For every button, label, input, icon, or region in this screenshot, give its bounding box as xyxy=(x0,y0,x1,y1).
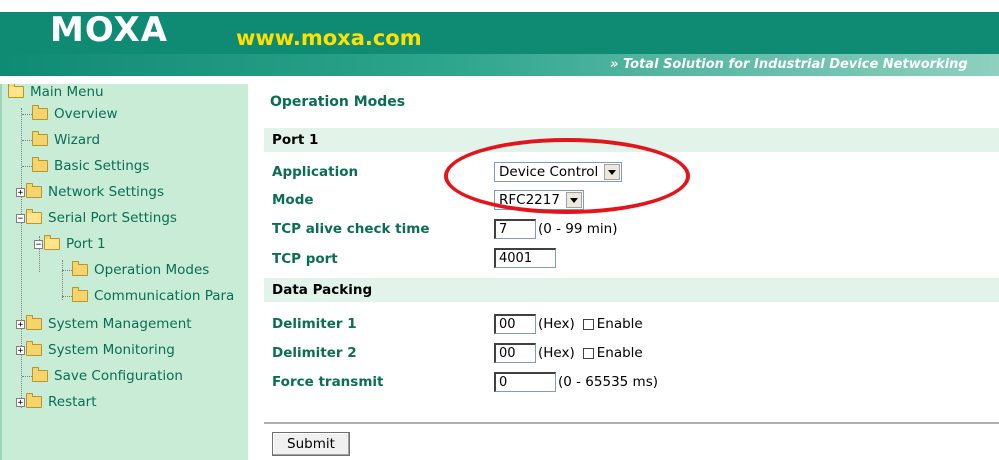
sidebar-item-label: Port 1 xyxy=(66,236,106,252)
header: MOXA www.moxa.com » Total Solution for I… xyxy=(0,0,999,86)
delimiter-1-input[interactable]: 00 xyxy=(494,314,536,334)
mode-select[interactable]: RFC2217 xyxy=(494,190,584,210)
sidebar-item-label: Operation Modes xyxy=(94,262,210,278)
mode-label: Mode xyxy=(272,192,314,208)
collapse-minus-icon[interactable]: − xyxy=(16,213,25,223)
sidebar-item-wizard[interactable]: Wizard xyxy=(22,130,100,150)
collapse-minus-icon[interactable]: − xyxy=(34,239,43,249)
tree-connector xyxy=(62,270,72,271)
expand-plus-icon[interactable]: + xyxy=(16,397,25,407)
tree-connector xyxy=(62,296,72,297)
sidebar-item-network-settings[interactable]: + Network Settings xyxy=(16,182,164,202)
sidebar-item-label: Serial Port Settings xyxy=(48,210,177,226)
delimiter-2-field: 00 (Hex) Enable xyxy=(494,343,643,363)
folder-icon xyxy=(26,341,42,356)
tcp-alive-field: 7 (0 - 99 min) xyxy=(494,219,618,239)
sidebar-item-label: System Monitoring xyxy=(48,342,175,358)
open-folder-icon xyxy=(26,209,42,224)
folder-icon xyxy=(26,315,42,330)
sidebar-item-label: Basic Settings xyxy=(54,158,150,174)
sidebar-item-overview[interactable]: Overview xyxy=(22,104,118,124)
sidebar-item-operation-modes[interactable]: Operation Modes xyxy=(62,260,209,280)
section-header-port-1: Port 1 xyxy=(264,128,999,152)
mode-value: RFC2217 xyxy=(499,192,560,208)
folder-icon xyxy=(32,367,48,382)
force-transmit-input[interactable]: 0 xyxy=(494,372,556,392)
mode-field: RFC2217 xyxy=(494,190,584,210)
sidebar-item-label: Main Menu xyxy=(30,84,104,100)
tcp-alive-input[interactable]: 7 xyxy=(494,219,536,239)
delimiter-2-enable-checkbox[interactable] xyxy=(582,347,594,359)
delimiter-2-input[interactable]: 00 xyxy=(494,343,536,363)
folder-icon xyxy=(32,105,48,120)
moxa-logo: MOXA xyxy=(50,10,169,50)
delimiter-1-enable-label: Enable xyxy=(596,316,643,332)
tree-connector xyxy=(22,166,32,167)
tcp-alive-label: TCP alive check time xyxy=(272,221,430,237)
sidebar-item-label: Wizard xyxy=(54,132,101,148)
application-label: Application xyxy=(272,164,359,180)
folder-icon xyxy=(32,157,48,172)
delimiter-1-label: Delimiter 1 xyxy=(272,316,357,332)
tcp-port-field: 4001 xyxy=(494,248,556,268)
folder-icon xyxy=(26,393,42,408)
delimiter-1-unit: (Hex) xyxy=(538,316,575,332)
sidebar-item-system-management[interactable]: + System Management xyxy=(16,314,192,334)
sidebar-item-label: Restart xyxy=(48,394,97,410)
sidebar-item-label: System Management xyxy=(48,316,192,332)
folder-icon xyxy=(72,261,88,276)
force-transmit-label: Force transmit xyxy=(272,374,384,390)
sidebar-item-label: Overview xyxy=(54,106,118,122)
tree-connector xyxy=(22,114,32,115)
delimiter-2-label: Delimiter 2 xyxy=(272,345,357,361)
delimiter-2-unit: (Hex) xyxy=(538,345,575,361)
sidebar-item-label: Network Settings xyxy=(48,184,165,200)
moxa-url[interactable]: www.moxa.com xyxy=(236,26,422,50)
expand-plus-icon[interactable]: + xyxy=(16,319,25,329)
application-field: Device Control xyxy=(494,162,623,182)
dropdown-arrow-icon[interactable] xyxy=(565,192,582,208)
main-content: Operation Modes Port 1 Application Devic… xyxy=(258,84,999,460)
section-header-data-packing: Data Packing xyxy=(264,278,999,302)
force-transmit-range: (0 - 65535 ms) xyxy=(558,374,658,390)
sidebar-item-main-menu[interactable]: Main Menu xyxy=(8,84,104,102)
tagline: » Total Solution for Industrial Device N… xyxy=(610,57,968,72)
tcp-alive-range: (0 - 99 min) xyxy=(538,221,618,237)
sidebar-item-system-monitoring[interactable]: + System Monitoring xyxy=(16,340,175,360)
sidebar-item-save-configuration[interactable]: Save Configuration xyxy=(22,366,183,386)
application-select[interactable]: Device Control xyxy=(494,162,623,182)
expand-plus-icon[interactable]: + xyxy=(16,187,25,197)
open-folder-icon xyxy=(44,235,60,250)
folder-icon xyxy=(32,131,48,146)
section-title: Port 1 xyxy=(272,132,319,148)
folder-icon xyxy=(26,183,42,198)
sidebar-item-restart[interactable]: + Restart xyxy=(16,392,97,412)
tree-connector xyxy=(22,376,32,377)
tcp-port-input[interactable]: 4001 xyxy=(494,248,556,268)
page-title: Operation Modes xyxy=(270,94,406,110)
application-value: Device Control xyxy=(499,164,599,180)
sidebar-item-serial-port-settings[interactable]: − Serial Port Settings xyxy=(16,208,177,228)
folder-icon xyxy=(72,287,88,302)
expand-plus-icon[interactable]: + xyxy=(16,345,25,355)
sidebar-item-basic-settings[interactable]: Basic Settings xyxy=(22,156,149,176)
sidebar-item-label: Save Configuration xyxy=(54,368,183,384)
delimiter-1-enable-checkbox[interactable] xyxy=(582,318,594,330)
tree-line xyxy=(21,108,22,408)
section-title: Data Packing xyxy=(272,282,373,298)
delimiter-2-enable-label: Enable xyxy=(596,345,643,361)
open-folder-icon xyxy=(8,84,24,98)
sidebar-item-label: Communication Para xyxy=(94,288,235,304)
divider xyxy=(264,422,999,424)
sidebar-menu: Main Menu Overview Wizard Basic Settings… xyxy=(0,84,248,460)
sidebar-item-communication-parameters[interactable]: Communication Para xyxy=(62,286,234,306)
sidebar-item-port-1[interactable]: − Port 1 xyxy=(34,234,106,254)
dropdown-arrow-icon[interactable] xyxy=(604,164,621,180)
delimiter-1-field: 00 (Hex) Enable xyxy=(494,314,643,334)
tcp-port-label: TCP port xyxy=(272,251,338,267)
tree-connector xyxy=(22,140,32,141)
submit-button[interactable]: Submit xyxy=(272,432,350,456)
force-transmit-field: 0 (0 - 65535 ms) xyxy=(494,372,658,392)
